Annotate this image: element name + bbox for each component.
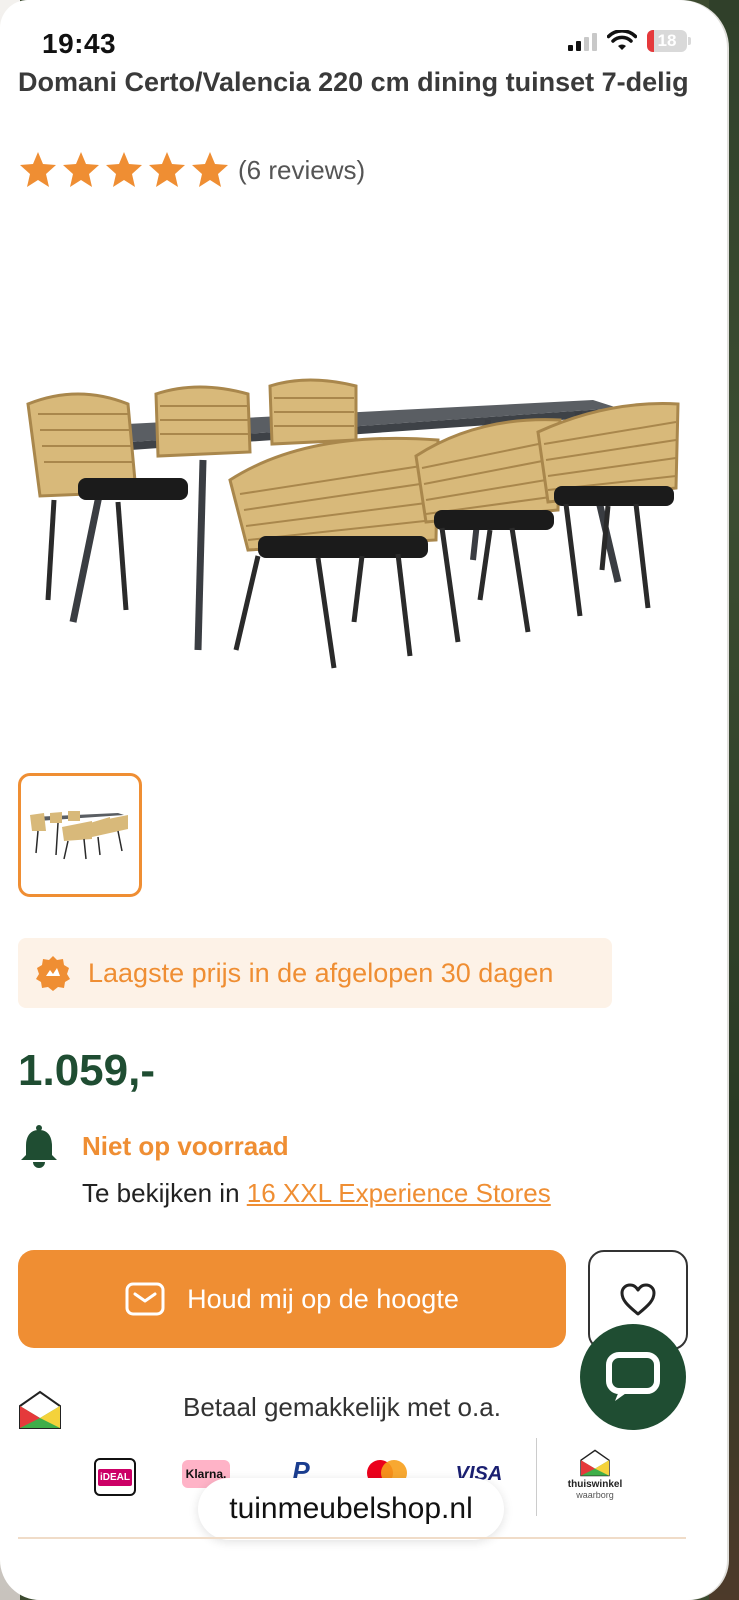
product-price: 1.059,- xyxy=(18,1046,155,1095)
logos-divider xyxy=(536,1438,537,1516)
badge-icon xyxy=(36,956,70,991)
star-icon xyxy=(192,152,228,187)
payment-row: Betaal gemakkelijk met o.a. xyxy=(18,1388,698,1429)
stock-status: Niet op voorraad xyxy=(18,1124,289,1168)
product-image[interactable] xyxy=(18,360,698,690)
star-icon xyxy=(149,152,185,187)
wifi-icon xyxy=(607,30,637,50)
reviews-link[interactable]: (6 reviews) xyxy=(238,155,365,186)
stock-label: Niet op voorraad xyxy=(82,1130,289,1161)
thuiswinkel-line1: thuiswinkel xyxy=(567,1478,623,1490)
stores-prefix: Te bekijken in xyxy=(82,1178,247,1208)
stores-link[interactable]: 16 XXL Experience Stores xyxy=(247,1178,551,1208)
lowest-price-badge: Laagste prijs in de afgelopen 30 dagen xyxy=(18,938,612,1008)
bottom-divider xyxy=(18,1537,686,1539)
lowest-price-text: Laagste prijs in de afgelopen 30 dagen xyxy=(88,957,554,988)
battery-fill xyxy=(647,30,655,52)
product-thumbnail[interactable] xyxy=(18,773,142,897)
bell-icon xyxy=(21,1125,57,1168)
star-icon xyxy=(63,152,99,187)
payment-text: Betaal gemakkelijk met o.a. xyxy=(183,1392,501,1422)
notify-me-label: Houd mij op de hoogte xyxy=(187,1283,459,1314)
thuiswinkel-icon xyxy=(580,1449,610,1476)
thuiswinkel-logo[interactable]: thuiswinkel waarborg xyxy=(560,1444,630,1504)
status-bar: 19:43 18 xyxy=(0,0,727,60)
browser-url-bar[interactable]: tuinmeubelshop.nl xyxy=(198,1478,504,1540)
star-icon xyxy=(20,152,56,187)
thuiswinkel-line2: waarborg xyxy=(576,1489,614,1500)
battery-icon: 18 xyxy=(647,30,691,52)
phone-screen: 19:43 18 Domani Certo/Valencia 220 cm di… xyxy=(0,0,727,1600)
heart-icon xyxy=(620,1283,656,1316)
signal-icon xyxy=(568,31,597,51)
ideal-logo: iDEAL xyxy=(94,1458,136,1496)
thumbnail-image xyxy=(30,811,128,860)
product-title: Domani Certo/Valencia 220 cm dining tuin… xyxy=(18,67,689,97)
battery-percent: 18 xyxy=(657,31,677,50)
stores-info: Te bekijken in 16 XXL Experience Stores xyxy=(82,1178,551,1209)
product-rating[interactable]: (6 reviews) xyxy=(18,150,365,190)
status-icons: 18 xyxy=(568,30,691,52)
rating-stars xyxy=(18,150,230,190)
status-time: 19:43 xyxy=(42,28,117,59)
house-logo-icon xyxy=(19,1390,61,1429)
notify-me-button[interactable]: Houd mij op de hoogte xyxy=(18,1250,566,1348)
ideal-label: iDEAL xyxy=(98,1468,132,1486)
mail-icon xyxy=(125,1282,165,1316)
star-icon xyxy=(106,152,142,187)
